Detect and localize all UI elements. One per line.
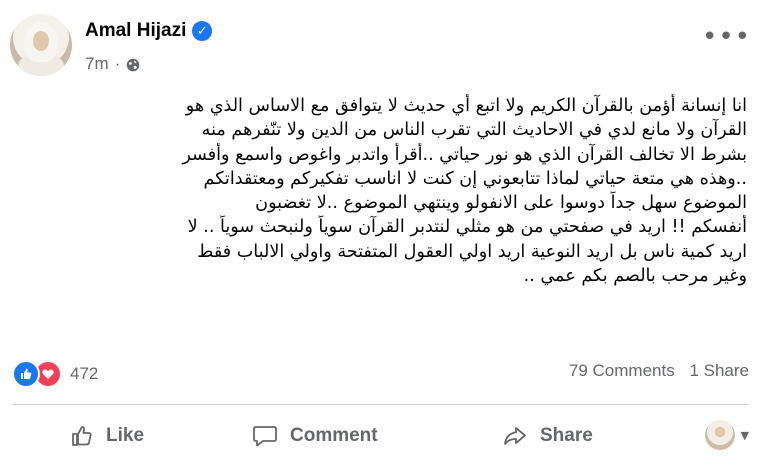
post-text-line: اريد كمية ناس بل اريد النوعية اريد اولي … bbox=[197, 241, 747, 262]
author-name-row: Amal Hijazi ✓ bbox=[85, 20, 213, 42]
comments-count-link[interactable]: 79 Comments bbox=[569, 361, 675, 380]
post-stats: 472 79 Comments 1 Share bbox=[12, 358, 749, 388]
post-actions-bar: Like Comment Share bbox=[12, 412, 749, 460]
globe-icon[interactable] bbox=[126, 57, 140, 72]
comment-icon bbox=[253, 426, 277, 447]
profile-avatar bbox=[704, 420, 735, 450]
reactions-summary[interactable]: 472 bbox=[12, 360, 98, 388]
post-text-line: وغير مرحب بالصم بكم عمي .. bbox=[523, 266, 747, 287]
comment-button[interactable]: Comment bbox=[232, 414, 472, 458]
share-button[interactable]: Share bbox=[472, 414, 652, 458]
like-button[interactable]: Like bbox=[12, 414, 232, 458]
post-text-line: ..وهذه هي متعة حياتي لماذا تتابعوني إن ك… bbox=[203, 168, 748, 189]
comment-button-label: Comment bbox=[290, 425, 378, 446]
post-text-line: بشرط الا تخالف القرآن الذي هو نور حياتي … bbox=[182, 144, 747, 165]
stats-divider bbox=[12, 404, 749, 405]
post-meta: 7m · bbox=[85, 54, 140, 74]
chevron-down-icon: ▼ bbox=[740, 428, 749, 442]
post-text-line: الموضوع سهل جداً دوسوا على الانفولو وينت… bbox=[255, 193, 747, 214]
thumbs-up-icon bbox=[72, 426, 92, 446]
post-body: انا إنسانة أؤمن بالقرآن الكريم ولا اتبع … bbox=[12, 94, 747, 288]
share-button-label: Share bbox=[540, 425, 593, 446]
post-timestamp[interactable]: 7m bbox=[85, 54, 109, 74]
meta-separator: · bbox=[114, 54, 121, 73]
author-avatar[interactable] bbox=[10, 14, 72, 76]
share-arrow-icon bbox=[504, 427, 526, 445]
reaction-count: 472 bbox=[70, 364, 99, 383]
post-text-line: أنفسكم !! اريد في صفحتي من هو مثلي لنتدب… bbox=[187, 217, 747, 238]
shares-count-link[interactable]: 1 Share bbox=[689, 361, 749, 380]
more-horizontal-icon[interactable]: ••• bbox=[702, 24, 751, 50]
post-text-line: انا إنسانة أؤمن بالقرآن الكريم ولا اتبع … bbox=[185, 96, 747, 116]
post-text-line: القرآن ولا مانع لدي في الاحاديث التي تقر… bbox=[201, 120, 747, 141]
react-as-selector[interactable]: ▼ bbox=[704, 420, 749, 450]
post-header: Amal Hijazi ✓ 7m · ••• bbox=[10, 12, 751, 78]
like-button-label: Like bbox=[106, 425, 145, 446]
verified-badge-icon: ✓ bbox=[192, 21, 213, 41]
author-name[interactable]: Amal Hijazi bbox=[85, 20, 186, 42]
like-reaction-icon bbox=[12, 360, 40, 388]
engagement-counts: 79 Comments 1 Share bbox=[559, 361, 749, 381]
